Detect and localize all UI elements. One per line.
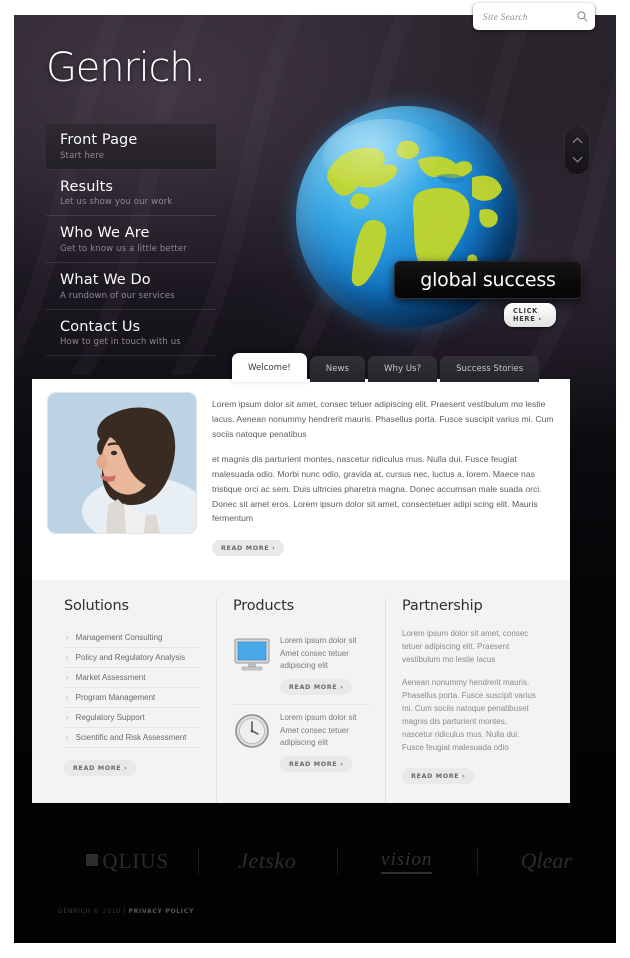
solution-label: Management Consulting xyxy=(75,633,163,642)
list-item[interactable]: › Scientific and Risk Assessment xyxy=(64,728,200,748)
product-text: Lorem ipsum dolor sit Amet consec tetuer… xyxy=(280,636,357,671)
main-navigation: Front Page Start here Results Let us sho… xyxy=(46,123,216,357)
chevron-right-icon: › xyxy=(66,633,69,642)
solutions-column: Solutions › Management Consulting › Poli… xyxy=(48,598,216,803)
copyright-text: GENRICH © 2010 | xyxy=(58,908,129,915)
product-read-more-button[interactable]: READ MORE › xyxy=(280,678,353,695)
list-item[interactable]: › Management Consulting xyxy=(64,628,200,648)
partner-logo-qlius[interactable]: QLIUS xyxy=(58,849,198,874)
nav-item-results[interactable]: Results Let us show you our work xyxy=(46,170,216,217)
solution-label: Program Management xyxy=(75,693,156,702)
welcome-paragraph-2: et magnis dis parturient montes, nascetu… xyxy=(212,454,542,524)
list-item[interactable]: › Policy and Regulatory Analysis xyxy=(64,648,200,668)
site-logo: Genrich. xyxy=(46,45,206,91)
list-item[interactable]: › Regulatory Support xyxy=(64,708,200,728)
nav-subtitle: Start here xyxy=(60,150,105,161)
privacy-policy-link[interactable]: PRIVACY POLICY xyxy=(129,908,194,915)
partnership-paragraph-1: Lorem ipsum dolor sit amet, consec tetue… xyxy=(402,629,529,664)
three-column-section: Solutions › Management Consulting › Poli… xyxy=(32,580,570,803)
tab-welcome[interactable]: Welcome! xyxy=(232,353,307,382)
partner-name: Jetsko xyxy=(238,848,297,873)
partner-logo-vision[interactable]: vision xyxy=(337,849,477,874)
nav-item-what-we-do[interactable]: What We Do A rundown of our services xyxy=(46,263,216,310)
nav-title: What We Do xyxy=(60,272,151,289)
global-success-banner: global success xyxy=(394,261,582,299)
footer-copyright: GENRICH © 2010 | PRIVACY POLICY xyxy=(58,908,194,915)
content-tabs: Welcome! News Why Us? Success Stories xyxy=(232,353,540,382)
hero-section: Genrich. Front Page Start here Results L… xyxy=(14,15,616,367)
hero-scroller[interactable] xyxy=(564,125,590,175)
tab-why-us[interactable]: Why Us? xyxy=(368,356,438,382)
nav-title: Front Page xyxy=(60,132,138,148)
nav-subtitle: A rundown of our services xyxy=(60,290,175,301)
partnership-read-more-button[interactable]: READ MORE › xyxy=(402,767,475,784)
chevron-right-icon: › xyxy=(66,673,69,682)
nav-title: Contact Us xyxy=(60,318,141,335)
welcome-paragraph-1: Lorem ipsum dolor sit amet, consec tetue… xyxy=(212,399,554,439)
chevron-right-icon: › xyxy=(66,713,69,722)
product-read-more-button[interactable]: READ MORE › xyxy=(280,755,353,772)
nav-item-who-we-are[interactable]: Who We Are Get to know us a little bette… xyxy=(46,216,216,264)
solution-label: Scientific and Risk Assessment xyxy=(75,733,187,742)
portrait-image xyxy=(48,393,196,533)
nav-subtitle: Get to know us a little better xyxy=(60,244,187,255)
partnership-column: Partnership Lorem ipsum dolor sit amet, … xyxy=(385,598,554,803)
chevron-right-icon: › xyxy=(66,653,69,662)
product-item-clock: Lorem ipsum dolor sit Amet consec tetuer… xyxy=(233,703,369,781)
partner-name: QLIUS xyxy=(102,848,170,873)
solution-label: Market Assessment xyxy=(75,673,146,682)
nav-title: Who We Are xyxy=(60,225,150,242)
search-icon[interactable] xyxy=(576,10,589,23)
partnership-paragraph-2: Aenean nonummy hendrerit mauris. Phasell… xyxy=(402,677,536,752)
chevron-down-icon[interactable] xyxy=(571,155,583,164)
nav-title: Results xyxy=(60,178,114,195)
partner-logo-qlear[interactable]: Qlear xyxy=(477,848,617,874)
banner-text: global success xyxy=(420,269,556,291)
nav-subtitle: How to get in touch with us xyxy=(60,337,181,348)
globe-graphic-area: global success CLICK HERE › xyxy=(286,103,582,333)
chevron-right-icon: › xyxy=(66,733,69,742)
solution-label: Policy and Regulatory Analysis xyxy=(75,653,186,662)
clock-icon xyxy=(235,714,269,748)
man-portrait-illustration xyxy=(48,393,196,533)
tab-success-stories[interactable]: Success Stories xyxy=(440,356,540,382)
partner-name: Qlear xyxy=(520,848,572,873)
nav-item-contact-us[interactable]: Contact Us How to get in touch with us xyxy=(46,310,216,357)
welcome-read-more-button[interactable]: READ MORE › xyxy=(212,540,285,557)
chevron-up-icon[interactable] xyxy=(571,136,583,145)
site-search-box[interactable] xyxy=(473,3,595,30)
welcome-panel: Lorem ipsum dolor sit amet, consec tetue… xyxy=(32,379,570,580)
nav-item-front-page[interactable]: Front Page Start here xyxy=(46,123,216,170)
solution-label: Regulatory Support xyxy=(75,713,145,722)
page-root: Genrich. Front Page Start here Results L… xyxy=(0,0,630,958)
tab-news[interactable]: News xyxy=(309,356,365,382)
list-item[interactable]: › Program Management xyxy=(64,688,200,708)
list-item[interactable]: › Market Assessment xyxy=(64,668,200,688)
partner-name: vision xyxy=(381,849,433,874)
partnership-heading: Partnership xyxy=(402,598,483,614)
partner-logo-jetsko[interactable]: Jetsko xyxy=(198,848,338,874)
solutions-read-more-button[interactable]: READ MORE › xyxy=(64,760,137,776)
main-content-card: Lorem ipsum dolor sit amet, consec tetue… xyxy=(32,379,570,803)
products-column: Products Lorem ipsum dolor sit Amet cons… xyxy=(216,598,385,803)
click-here-button[interactable]: CLICK HERE › xyxy=(504,303,556,327)
nav-subtitle: Let us show you our work xyxy=(60,197,173,208)
product-text: Lorem ipsum dolor sit Amet consec tetuer… xyxy=(280,712,357,748)
welcome-text-block: Lorem ipsum dolor sit amet, consec tetue… xyxy=(212,393,554,568)
product-item-monitor: Lorem ipsum dolor sit Amet consec tetuer… xyxy=(233,628,369,704)
chevron-right-icon: › xyxy=(66,693,69,702)
solutions-heading: Solutions xyxy=(64,598,129,614)
search-input[interactable] xyxy=(483,11,576,22)
qlius-square-mark xyxy=(86,853,99,866)
monitor-icon xyxy=(234,638,270,671)
partner-logos-strip: QLIUS Jetsko vision Qlear xyxy=(14,830,616,892)
products-heading: Products xyxy=(233,598,295,614)
